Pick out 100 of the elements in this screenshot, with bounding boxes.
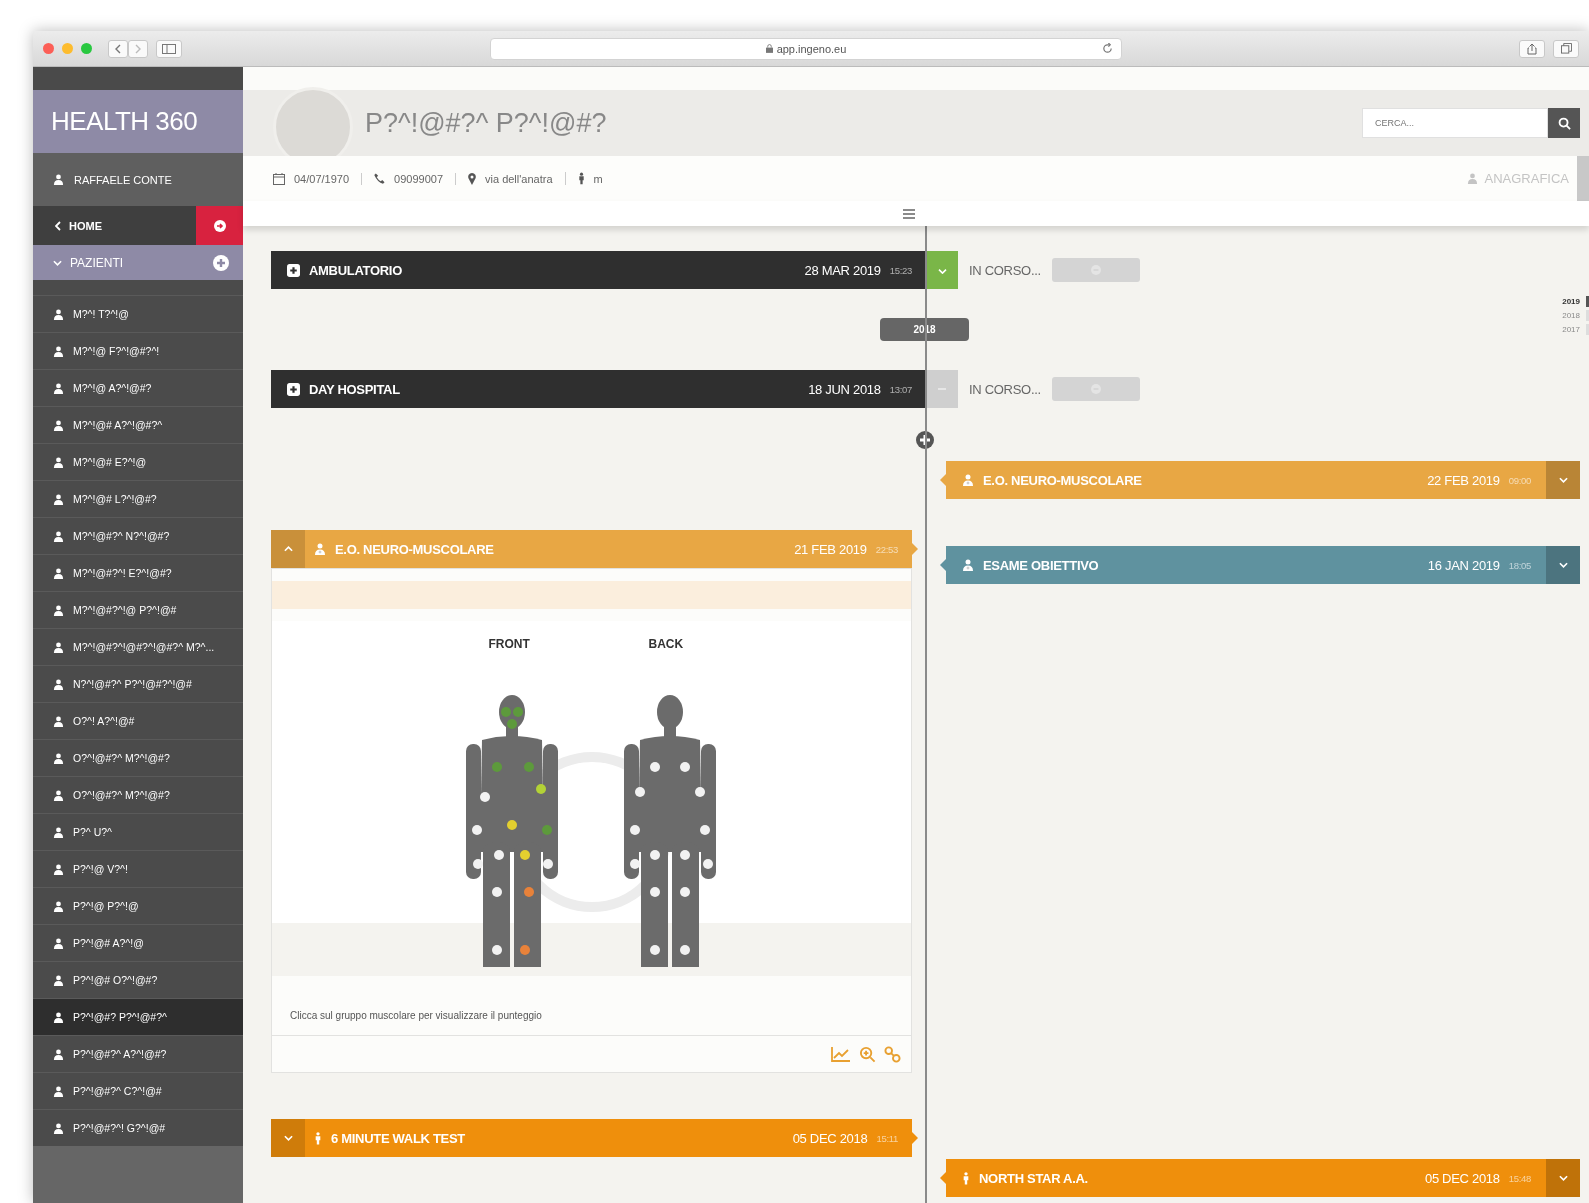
caret-icon [1558,562,1568,568]
visit-bar[interactable]: AMBULATORIO 28 MAR 2019 15:23 [271,251,926,289]
instruction-text: Clicca sul gruppo muscolare per visualizzare il punteggio [289,1009,543,1023]
user-icon [53,1011,64,1023]
search-field[interactable]: CERCA... [1362,108,1548,138]
user-icon [53,1048,64,1060]
event-title: NORTH STAR A.A. [979,1170,1089,1186]
event-time: 22:53 [875,543,898,555]
user-icon [53,567,64,579]
add-circle-icon[interactable] [915,430,935,450]
event-date: 05 DEC 2018 [1424,1170,1500,1186]
calendar-icon [273,172,285,185]
user-icon [53,345,64,357]
user-icon [53,789,64,801]
user-icon [53,419,64,431]
user-icon [53,493,64,505]
event-date: 18 JUN 2018 [808,381,881,397]
address-bar[interactable]: app.ingeno.eu [490,37,1122,60]
reload-icon[interactable] [1102,42,1113,54]
plus-square-icon [287,382,300,396]
chart-line-icon[interactable] [831,1046,851,1062]
share-button[interactable] [1519,39,1545,58]
sex-text: m [593,172,603,185]
user-icon [53,456,64,468]
expand-button[interactable] [271,1119,305,1157]
url-text: app.ingeno.eu [776,42,847,55]
pointer-arrow [912,543,918,555]
tabs-button[interactable] [1553,39,1579,58]
caret-icon [283,546,293,552]
caret-icon [53,259,62,266]
event-time: 15:11 [876,1132,898,1144]
check-icon [937,266,947,274]
user-icon [53,604,64,616]
user-icon [53,382,64,394]
sidebar-icon [162,43,176,54]
user-icon [53,174,64,185]
event-title: 6 MINUTE WALK TEST [331,1130,466,1146]
chevron-left-icon [115,43,121,54]
search-button[interactable] [1548,108,1580,138]
link-icon[interactable] [884,1045,901,1063]
user-icon [53,1122,64,1134]
phone-icon [374,173,386,184]
pointer-arrow [912,1132,918,1144]
status-button[interactable] [926,251,958,289]
event-title: ESAME OBIETTIVO [983,557,1100,573]
expand-button[interactable] [1546,461,1580,499]
sidebar-toggle-button[interactable] [156,39,182,58]
user-icon [53,715,64,727]
event-title: E.O. NEURO-MUSCOLARE [983,472,1143,488]
front-label: FRONT [488,637,530,651]
event-title: E.O. NEURO-MUSCOLARE [335,541,495,557]
address-text: via dell'anatra [485,172,553,185]
logout-button[interactable] [196,206,243,245]
search-icon [1557,116,1571,130]
map-pin-icon [468,172,476,185]
event-time: 15:23 [889,264,912,276]
expand-button[interactable] [1546,1159,1580,1197]
caret-icon [1558,477,1568,483]
event-date: 22 FEB 2019 [1427,472,1500,488]
body-back-drawing[interactable] [623,695,716,967]
event-date: 28 MAR 2019 [804,262,881,278]
medical-person-icon [314,543,326,555]
plus-square-icon [287,263,300,277]
year-link[interactable]: 2019 [1562,296,1589,307]
user-icon [53,826,64,838]
medical-person-icon [962,474,974,486]
back-label: BACK [648,637,684,651]
chevron-right-icon [135,43,141,54]
dropdown-toggle[interactable] [1577,156,1589,201]
expand-button[interactable] [271,530,305,568]
menu-icon[interactable] [903,208,915,219]
visit-bar[interactable]: DAY HOSPITAL 18 JUN 2018 13:07 [271,370,926,408]
add-circle-icon[interactable] [213,254,229,271]
status-button[interactable] [926,370,958,408]
user-icon [53,1085,64,1097]
event-title: AMBULATORIO [309,262,403,278]
event-time: 15:48 [1508,1172,1531,1184]
patient-item[interactable]: P?^!@#? P?^!@#?^ [33,998,243,1035]
male-figure-icon [577,172,585,185]
phone-number: 09099007 [394,172,443,185]
zoom-in-icon[interactable] [859,1045,876,1063]
user-icon [53,530,64,542]
chevron-left-icon [55,220,61,231]
back-button[interactable] [108,39,128,58]
user-icon [53,937,64,949]
minimize-window-icon[interactable] [62,43,73,54]
logout-icon [213,219,226,232]
user-icon [1467,173,1479,184]
forward-button[interactable] [128,39,148,58]
user-icon [53,863,64,875]
status-label: IN CORSO... [969,381,1041,397]
close-window-icon[interactable] [43,43,54,54]
caret-icon [1558,1175,1568,1181]
birth-date: 04/07/1970 [294,172,350,185]
user-icon [53,641,64,653]
event-time: 13:07 [889,383,912,395]
body-front-drawing[interactable] [465,695,558,967]
event-title: DAY HOSPITAL [309,381,401,397]
maximize-window-icon[interactable] [81,43,92,54]
expand-button[interactable] [1546,546,1580,584]
